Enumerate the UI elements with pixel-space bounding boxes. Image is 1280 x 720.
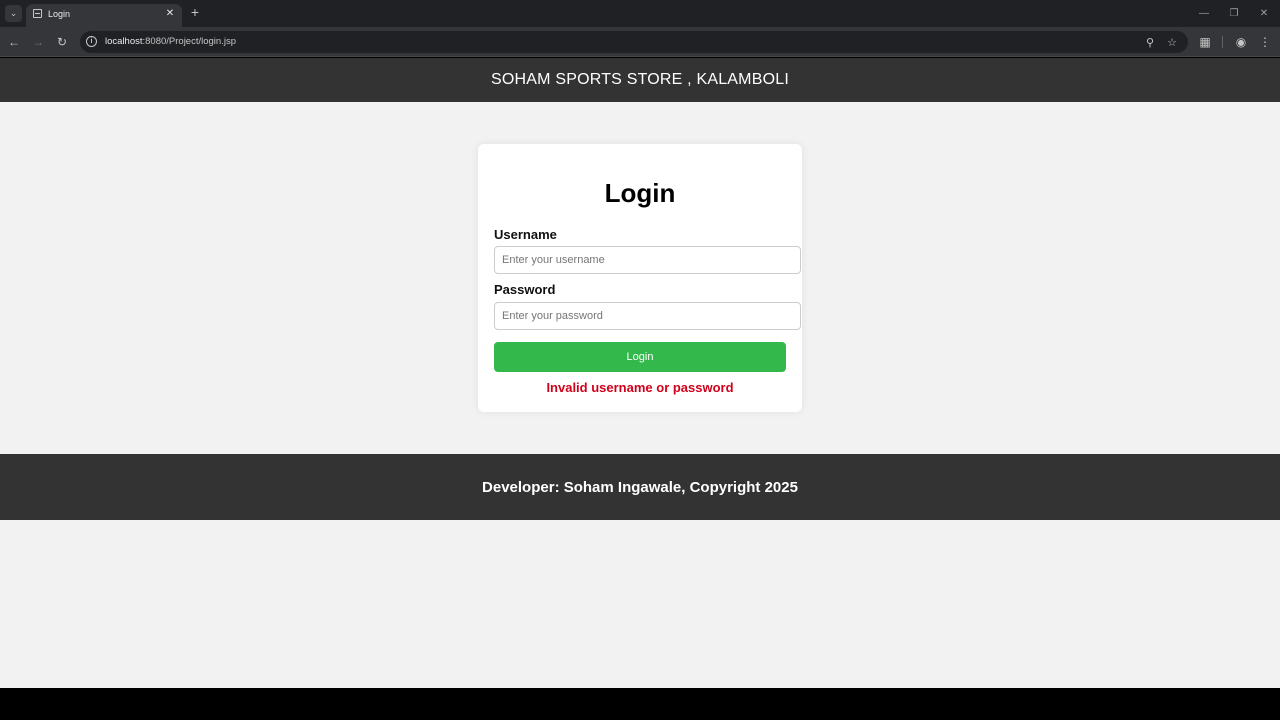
site-header: SOHAM SPORTS STORE , KALAMBOLI: [0, 58, 1280, 102]
info-icon[interactable]: i: [86, 36, 97, 47]
zoom-icon[interactable]: ⚲: [1143, 35, 1157, 49]
plus-icon[interactable]: +: [188, 4, 202, 20]
password-input[interactable]: [494, 302, 801, 330]
close-icon[interactable]: ✕: [164, 7, 176, 19]
arrow-left-icon[interactable]: ←: [6, 34, 22, 50]
reload-icon[interactable]: ↻: [54, 34, 70, 50]
puzzle-icon[interactable]: ▦: [1197, 34, 1213, 50]
restore-icon[interactable]: ❐: [1227, 6, 1241, 20]
password-label: Password: [494, 282, 556, 297]
store-title: SOHAM SPORTS STORE , KALAMBOLI: [491, 71, 789, 88]
browser-toolbar: ← → ↻ i localhost:8080/Project/login.jsp…: [0, 27, 1280, 57]
login-heading: Login: [604, 178, 676, 208]
footer-text: Developer: Soham Ingawale, Copyright 202…: [482, 478, 798, 496]
tab-title: Login: [48, 9, 71, 19]
address-bar[interactable]: i localhost:8080/Project/login.jsp ⚲ ☆: [80, 31, 1188, 53]
site-footer: Developer: Soham Ingawale, Copyright 202…: [0, 454, 1280, 520]
username-input[interactable]: [494, 246, 801, 274]
login-button[interactable]: Login: [494, 342, 786, 372]
arrow-right-icon[interactable]: →: [30, 34, 46, 50]
username-label: Username: [494, 227, 557, 242]
minimize-icon[interactable]: —: [1197, 6, 1211, 20]
login-card: Login Username Password Login Invalid us…: [478, 144, 802, 412]
kebab-menu-icon[interactable]: ⋮: [1257, 34, 1273, 50]
chevron-down-icon[interactable]: ⌄: [5, 5, 22, 22]
taskbar-area: [0, 688, 1280, 720]
url-text[interactable]: localhost:8080/Project/login.jsp: [105, 36, 236, 47]
page-favicon-icon: [33, 9, 42, 18]
page-viewport: SOHAM SPORTS STORE , KALAMBOLI Login Use…: [0, 58, 1280, 688]
browser-tab[interactable]: Login ✕: [26, 4, 182, 27]
toolbar-divider: [1222, 36, 1223, 48]
error-message: Invalid username or password: [546, 380, 734, 395]
browser-tabstrip: ⌄ Login ✕ + — ❐ ✕: [0, 0, 1280, 27]
star-icon[interactable]: ☆: [1165, 35, 1179, 49]
window-close-icon[interactable]: ✕: [1257, 6, 1271, 20]
profile-icon[interactable]: ◉: [1233, 34, 1249, 50]
